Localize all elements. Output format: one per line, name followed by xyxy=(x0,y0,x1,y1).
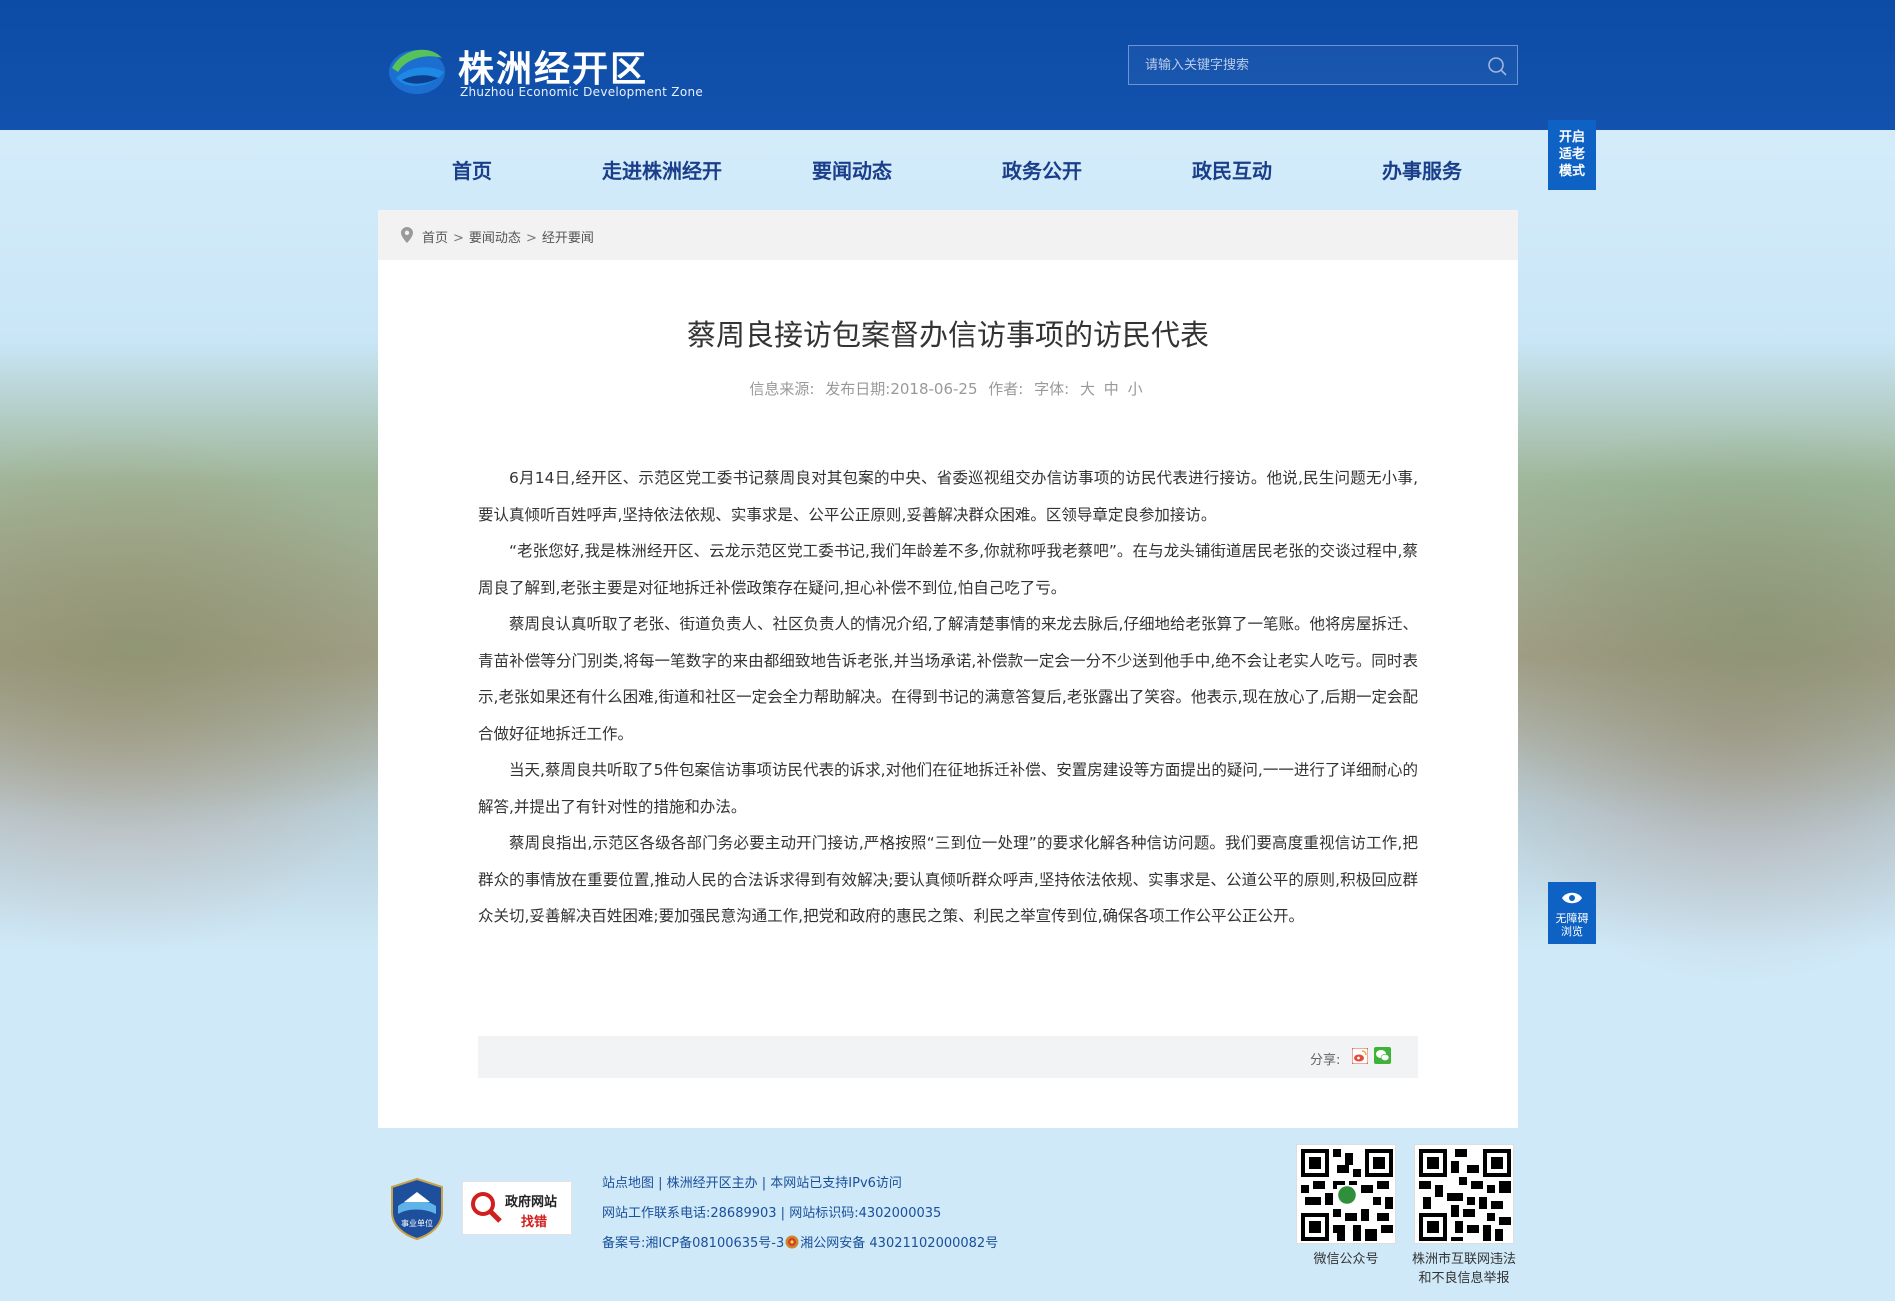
footer-info: 站点地图 | 株洲经开区主办 | 本网站已支持IPv6访问 网站工作联系电话:2… xyxy=(602,1169,998,1259)
site-footer: 事业单位 政府网站 找错 站点地图 | 株洲经开区主办 | 本网站已支持IPv6… xyxy=(0,1128,1895,1301)
font-size-large[interactable]: 大 xyxy=(1080,380,1095,398)
footer-contact: 网站工作联系电话:28689903 | 网站标识码:4302000035 xyxy=(602,1206,942,1221)
nav-item-services[interactable]: 办事服务 xyxy=(1382,155,1462,184)
police-badge-icon xyxy=(785,1235,799,1249)
font-size-medium[interactable]: 中 xyxy=(1104,380,1119,398)
article-paragraph: 当天,蔡周良共听取了5件包案信访事项访民代表的诉求,对他们在征地拆迁补偿、安置房… xyxy=(478,761,1418,816)
accessibility-label: 无障碍 xyxy=(1555,912,1589,925)
police-record[interactable]: 湘公网安备 43021102000082号 xyxy=(800,1236,998,1251)
weibo-icon[interactable] xyxy=(1352,1048,1368,1064)
wechat-icon[interactable] xyxy=(1374,1047,1391,1064)
breadcrumb-home[interactable]: 首页 xyxy=(422,231,448,246)
meta-date: 发布日期:2018-06-25 xyxy=(825,380,978,398)
article-paragraph: 蔡周良指出,示范区各级各部门务必要主动开门接访,严格按照“三到位一处理”的要求化… xyxy=(478,834,1418,925)
nav-item-interaction[interactable]: 政民互动 xyxy=(1192,155,1272,184)
gov-site-error-report[interactable]: 政府网站 找错 xyxy=(462,1181,572,1235)
article-title: 蔡周良接访包案督办信访事项的访民代表 xyxy=(686,318,1209,352)
breadcrumb-separator: > xyxy=(525,231,537,246)
logo-mark-icon xyxy=(389,49,445,94)
report-qr-caption: 株洲市互联网违法 和不良信息举报 xyxy=(1398,1250,1530,1288)
article-paragraph: 蔡周良认真听取了老张、街道负责人、社区负责人的情况介绍,了解清楚事情的来龙去脉后… xyxy=(478,615,1418,743)
find-error-label: 找错 xyxy=(521,1215,548,1230)
nav-item-home[interactable]: 首页 xyxy=(452,155,492,184)
footer-links[interactable]: 站点地图 | 株洲经开区主办 | 本网站已支持IPv6访问 xyxy=(602,1169,998,1199)
accessibility-button[interactable]: 无障碍 浏览 xyxy=(1548,882,1596,944)
share-label: 分享: xyxy=(1310,1053,1341,1068)
elder-mode-label: 适老 xyxy=(1558,147,1585,162)
breadcrumb-separator: > xyxy=(453,231,464,246)
footer-record: 备案号:湘ICP备08100635号-3 湘公网安备 43021102000082… xyxy=(602,1229,998,1259)
wechat-qr-code xyxy=(1296,1144,1396,1244)
nav-item-about[interactable]: 走进株洲经开 xyxy=(602,155,722,184)
site-logo[interactable]: 株洲经开区 Zhuzhou Economic Development Zone xyxy=(386,38,703,102)
nav-item-news[interactable]: 要闻动态 xyxy=(812,155,892,184)
public-institution-badge[interactable]: 事业单位 xyxy=(390,1178,444,1240)
report-qr-code xyxy=(1414,1144,1514,1244)
article-meta: 信息来源: 发布日期:2018-06-25 作者: 字体: 大 中 小 xyxy=(378,378,1518,399)
qr-code-icon xyxy=(1301,1149,1393,1241)
article-paragraph: 6月14日,经开区、示范区党工委书记蔡周良对其包案的中央、省委巡视组交办信访事项… xyxy=(478,469,1418,524)
search-box xyxy=(1128,45,1518,85)
breadcrumb-news[interactable]: 要闻动态 xyxy=(469,231,521,246)
site-header: 株洲经开区 Zhuzhou Economic Development Zone xyxy=(0,0,1895,130)
article-body: 6月14日,经开区、示范区党工委书记蔡周良对其包案的中央、省委巡视组交办信访事项… xyxy=(478,460,1418,935)
qr-code-icon xyxy=(1419,1149,1511,1241)
gov-site-label: 政府网站 xyxy=(505,1195,558,1210)
main-nav: 首页 走进株洲经开 要闻动态 政务公开 政民互动 办事服务 xyxy=(420,155,1520,187)
meta-source: 信息来源: xyxy=(749,380,815,398)
share-bar: 分享: xyxy=(478,1036,1418,1078)
article-paragraph: “老张您好,我是株洲经开区、云龙示范区党工委书记,我们年龄差不多,你就称呼我老蔡… xyxy=(478,542,1418,597)
location-pin-icon xyxy=(401,227,413,243)
search-icon[interactable] xyxy=(1485,54,1509,78)
site-name-en: Zhuzhou Economic Development Zone xyxy=(460,85,704,99)
badge-text: 事业单位 xyxy=(401,1218,433,1228)
accessibility-label: 浏览 xyxy=(1561,925,1583,938)
icp-record[interactable]: 备案号:湘ICP备08100635号-3 xyxy=(602,1236,784,1251)
wechat-qr-caption: 微信公众号 xyxy=(1313,1252,1379,1267)
font-size-small[interactable]: 小 xyxy=(1128,380,1143,398)
breadcrumb: 首页 > 要闻动态 > 经开要闻 xyxy=(422,227,594,246)
nav-item-government[interactable]: 政务公开 xyxy=(1002,155,1082,184)
meta-author: 作者: xyxy=(988,380,1024,398)
breadcrumb-current[interactable]: 经开要闻 xyxy=(542,231,594,246)
elder-mode-label: 开启 xyxy=(1558,130,1585,145)
magnifier-icon xyxy=(471,1192,502,1223)
content-card: 首页 > 要闻动态 > 经开要闻 蔡周良接访包案督办信访事项的访民代表 信息来源: 发布… xyxy=(378,210,1518,1128)
eye-icon xyxy=(1562,892,1582,904)
meta-font-label: 字体: xyxy=(1034,380,1070,398)
breadcrumb-bar: 首页 > 要闻动态 > 经开要闻 xyxy=(378,210,1518,260)
elder-mode-button[interactable]: 开启 适老 模式 xyxy=(1548,120,1596,190)
report-caption-line: 和不良信息举报 xyxy=(1418,1271,1510,1286)
search-input[interactable] xyxy=(1129,46,1469,84)
report-caption-line: 株洲市互联网违法 xyxy=(1411,1252,1516,1267)
elder-mode-label: 模式 xyxy=(1558,164,1585,179)
